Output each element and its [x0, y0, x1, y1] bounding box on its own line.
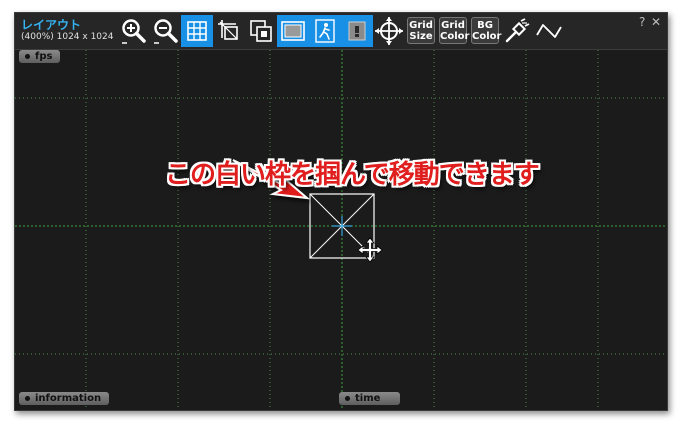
- panel-tab-time[interactable]: time: [339, 392, 401, 405]
- zoom-out-icon: [154, 19, 178, 44]
- snap-icon: [250, 20, 272, 42]
- person-icon: [315, 19, 335, 43]
- crosshair-icon: [375, 17, 403, 45]
- crop-tool-button[interactable]: [213, 15, 245, 47]
- grid-size-button[interactable]: Grid Size: [407, 17, 435, 44]
- window-title: レイアウト: [21, 18, 82, 32]
- lock-tool-button[interactable]: [341, 15, 373, 47]
- crop-icon: [218, 20, 238, 40]
- move-cursor-icon: [357, 237, 383, 263]
- annotation-text: この白い枠を掴んで移動できます: [165, 160, 540, 190]
- toolbar: レイアウト (400%) 1024 x 1024 Grid Size Grid …: [15, 13, 667, 50]
- panel-tab-fps[interactable]: fps: [19, 50, 61, 63]
- grid-toggle-button[interactable]: [181, 15, 213, 47]
- zoom-out-button[interactable]: [149, 15, 181, 47]
- help-button[interactable]: ?: [639, 15, 645, 29]
- zoom-in-icon: [122, 19, 146, 44]
- layout-window: レイアウト (400%) 1024 x 1024 Grid Size Grid …: [14, 12, 668, 411]
- close-button[interactable]: ✕: [651, 15, 661, 29]
- layout-canvas[interactable]: この白い枠を掴んで移動できます fps information time: [15, 50, 667, 410]
- bg-color-button[interactable]: BG Color: [471, 17, 501, 44]
- curve-tool-button[interactable]: [533, 15, 565, 47]
- grid-icon: [187, 21, 207, 41]
- grid-color-button[interactable]: Grid Color: [439, 17, 469, 44]
- lock-icon: [348, 21, 366, 41]
- plug-icon: [505, 18, 530, 43]
- move-center-button[interactable]: [373, 15, 405, 47]
- panel-tab-information[interactable]: information: [19, 392, 110, 405]
- window-subtitle: (400%) 1024 x 1024: [21, 32, 114, 42]
- safe-area-button[interactable]: [309, 15, 341, 47]
- wave-icon: [536, 24, 562, 38]
- zoom-in-button[interactable]: [117, 15, 149, 47]
- frame-toggle-button[interactable]: [277, 15, 309, 47]
- snap-tool-button[interactable]: [245, 15, 277, 47]
- frame-icon: [281, 21, 305, 41]
- link-tool-button[interactable]: [501, 15, 533, 47]
